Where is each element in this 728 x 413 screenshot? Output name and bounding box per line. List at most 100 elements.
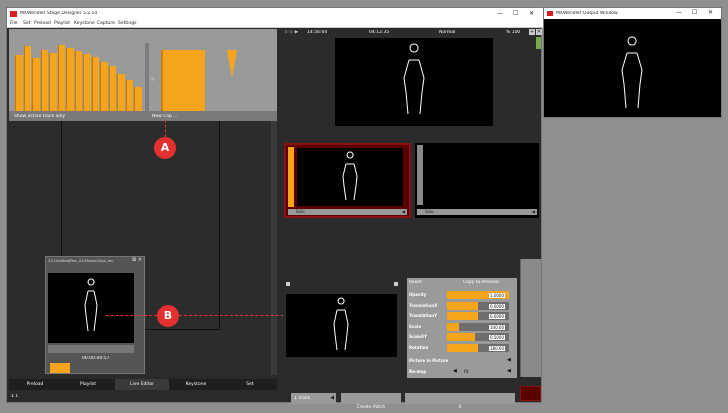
title-bar: MXWendler Stage Designer 5.2.14 — ☐ ✕	[7, 8, 543, 20]
track-arrow-icon[interactable]: ◀	[330, 395, 334, 401]
level-bar	[49, 52, 57, 111]
x-label: X	[458, 405, 462, 410]
marker-b-line-left	[106, 315, 157, 316]
menu-file[interactable]: File	[10, 21, 18, 26]
maximize-icon[interactable]: ☐	[513, 10, 518, 17]
fx-slider-label: TranslationY	[409, 313, 438, 318]
tab-set[interactable]: Set	[223, 379, 277, 390]
deck-2-solo-label[interactable]: Solo	[425, 209, 434, 214]
track-label: 1 Track	[294, 396, 311, 401]
remap-left-icon[interactable]: ◀	[453, 368, 457, 374]
menu-set[interactable]: Set	[23, 21, 30, 26]
level-bar	[66, 48, 74, 111]
menu-bar: File Set Preload Playlist Keystone Captu…	[7, 20, 543, 28]
panel-splitter[interactable]	[271, 121, 277, 375]
thumb-close-icon[interactable]: ⊠ ✕	[132, 257, 142, 263]
fx-slider-value[interactable]: 0.0000	[489, 314, 505, 319]
deck-1[interactable]: Solo ◀	[284, 143, 411, 218]
menu-capture[interactable]: Capture	[97, 21, 115, 26]
fx-slider-track[interactable]: 1.0000	[447, 291, 509, 299]
level-bar	[15, 55, 23, 111]
small-preview	[286, 294, 397, 357]
deck-2-level	[417, 145, 423, 205]
fx-slider-value[interactable]: 180.00	[489, 345, 505, 351]
deck-1-solo-label[interactable]: Solo	[296, 209, 305, 214]
thumb-preview	[48, 273, 134, 343]
level-bar	[57, 45, 66, 111]
tab-playlist[interactable]: Playlist	[61, 379, 115, 390]
right-area: ▷ ▷ ▶ 14:56:04 04:12:35 Normal % 100 + ✕…	[283, 29, 542, 410]
show-active-track-label[interactable]: Show active track only	[14, 114, 65, 119]
menu-playlist[interactable]: Playlist	[54, 21, 70, 26]
silhouette-icon	[403, 43, 425, 115]
fx-slider-track[interactable]: 180.00	[447, 343, 509, 352]
fx-slider-row: TranslationX 0.0000	[407, 301, 517, 311]
close-icon[interactable]: ✕	[529, 10, 534, 17]
level-bar	[91, 56, 100, 111]
track-button[interactable]: 1 Track ◀	[291, 393, 336, 404]
remap-right-icon[interactable]: ◀	[507, 368, 511, 374]
small-preview-checkbox-right[interactable]	[394, 282, 398, 286]
pip-arrow-icon[interactable]: ◀	[507, 357, 511, 363]
menu-preload[interactable]: Preload	[34, 21, 51, 26]
level-bar	[117, 73, 125, 111]
fx-slider-value[interactable]: 100.00	[489, 324, 505, 330]
level-meter	[536, 37, 541, 49]
fx-slider-row: Scale 100.00	[407, 322, 517, 332]
fx-slider-fill	[447, 301, 478, 310]
deck-2-footer: Solo ◀	[417, 209, 537, 215]
copy-to-preload-button[interactable]: Copy to Preload	[463, 280, 499, 285]
deck-2-arrow-icon[interactable]: ◀	[532, 209, 535, 214]
fx-slider-track[interactable]: 0.5000	[447, 333, 509, 341]
output-close-icon[interactable]: ✕	[708, 9, 713, 16]
time-left: 14:56:04	[307, 30, 328, 35]
silhouette-icon	[84, 278, 98, 332]
fx-slider-value[interactable]: 0.0000	[489, 303, 505, 309]
add-icon[interactable]: +	[529, 29, 535, 35]
fx-slider-track[interactable]: 0.0000	[447, 312, 509, 320]
window-title: MXWendler Stage Designer 5.2.14	[20, 11, 98, 16]
fx-slider-value[interactable]: 0.5000	[489, 335, 505, 340]
thumb-controls	[48, 345, 134, 353]
add-clip-icon[interactable]: +	[150, 75, 156, 83]
output-window: MXWendler Output Window — ☐ ✕	[543, 7, 722, 118]
new-clip-label[interactable]: New Clip ...	[152, 114, 177, 119]
deck-1-arrow-icon[interactable]: ◀	[402, 209, 405, 214]
tab-keystone[interactable]: Keystone	[169, 379, 223, 390]
main-window: MXWendler Stage Designer 5.2.14 — ☐ ✕ Fi…	[6, 7, 543, 410]
minimize-icon[interactable]: —	[497, 10, 503, 17]
fx-slider-track[interactable]: 0.0000	[447, 301, 509, 310]
play-controls-icon[interactable]: ▷ ▷ ▶	[285, 30, 298, 35]
time-mid: 04:12:35	[369, 30, 390, 35]
x-button[interactable]: X	[405, 393, 515, 410]
remap-value[interactable]: Fit	[464, 369, 469, 374]
fx-slider-row: TranslationY 0.0000	[407, 311, 517, 321]
fx-slider-fill	[447, 322, 460, 331]
fx-slider-row: Opacity 1.0000	[407, 290, 517, 300]
fx-slider-label: TranslationX	[409, 302, 438, 308]
active-clip-thumb[interactable]	[161, 50, 205, 111]
close-preview-icon[interactable]: ✕	[536, 29, 542, 35]
deck-2[interactable]: Solo ◀	[415, 143, 539, 218]
fx-slider-row: ScaleXY 0.5000	[407, 332, 517, 342]
deck-1-footer: Solo ◀	[288, 209, 407, 215]
reset-button[interactable]: Reset	[409, 280, 422, 285]
small-preview-checkbox[interactable]	[286, 282, 290, 286]
menu-settings[interactable]: Settings	[118, 21, 136, 26]
tab-live-editor[interactable]: Live Editor	[115, 379, 169, 390]
level-bar	[32, 57, 40, 111]
level-bar	[83, 53, 91, 111]
create-patch-button[interactable]: Create Patch	[341, 393, 401, 410]
deck-1-level	[288, 147, 294, 207]
tab-preload[interactable]: Preload	[9, 379, 61, 390]
output-minimize-icon[interactable]: —	[676, 9, 682, 16]
marker-a-arrow	[165, 120, 166, 137]
level-bar	[23, 46, 32, 111]
menu-keystone[interactable]: Keystone	[74, 21, 95, 26]
output-maximize-icon[interactable]: ☐	[692, 9, 697, 16]
fx-slider-value[interactable]: 1.0000	[489, 293, 505, 298]
fx-slider-fill	[447, 312, 478, 320]
fx-side-column[interactable]	[520, 259, 541, 377]
fx-slider-label: Scale	[409, 323, 422, 329]
fx-slider-track[interactable]: 100.00	[447, 322, 509, 331]
